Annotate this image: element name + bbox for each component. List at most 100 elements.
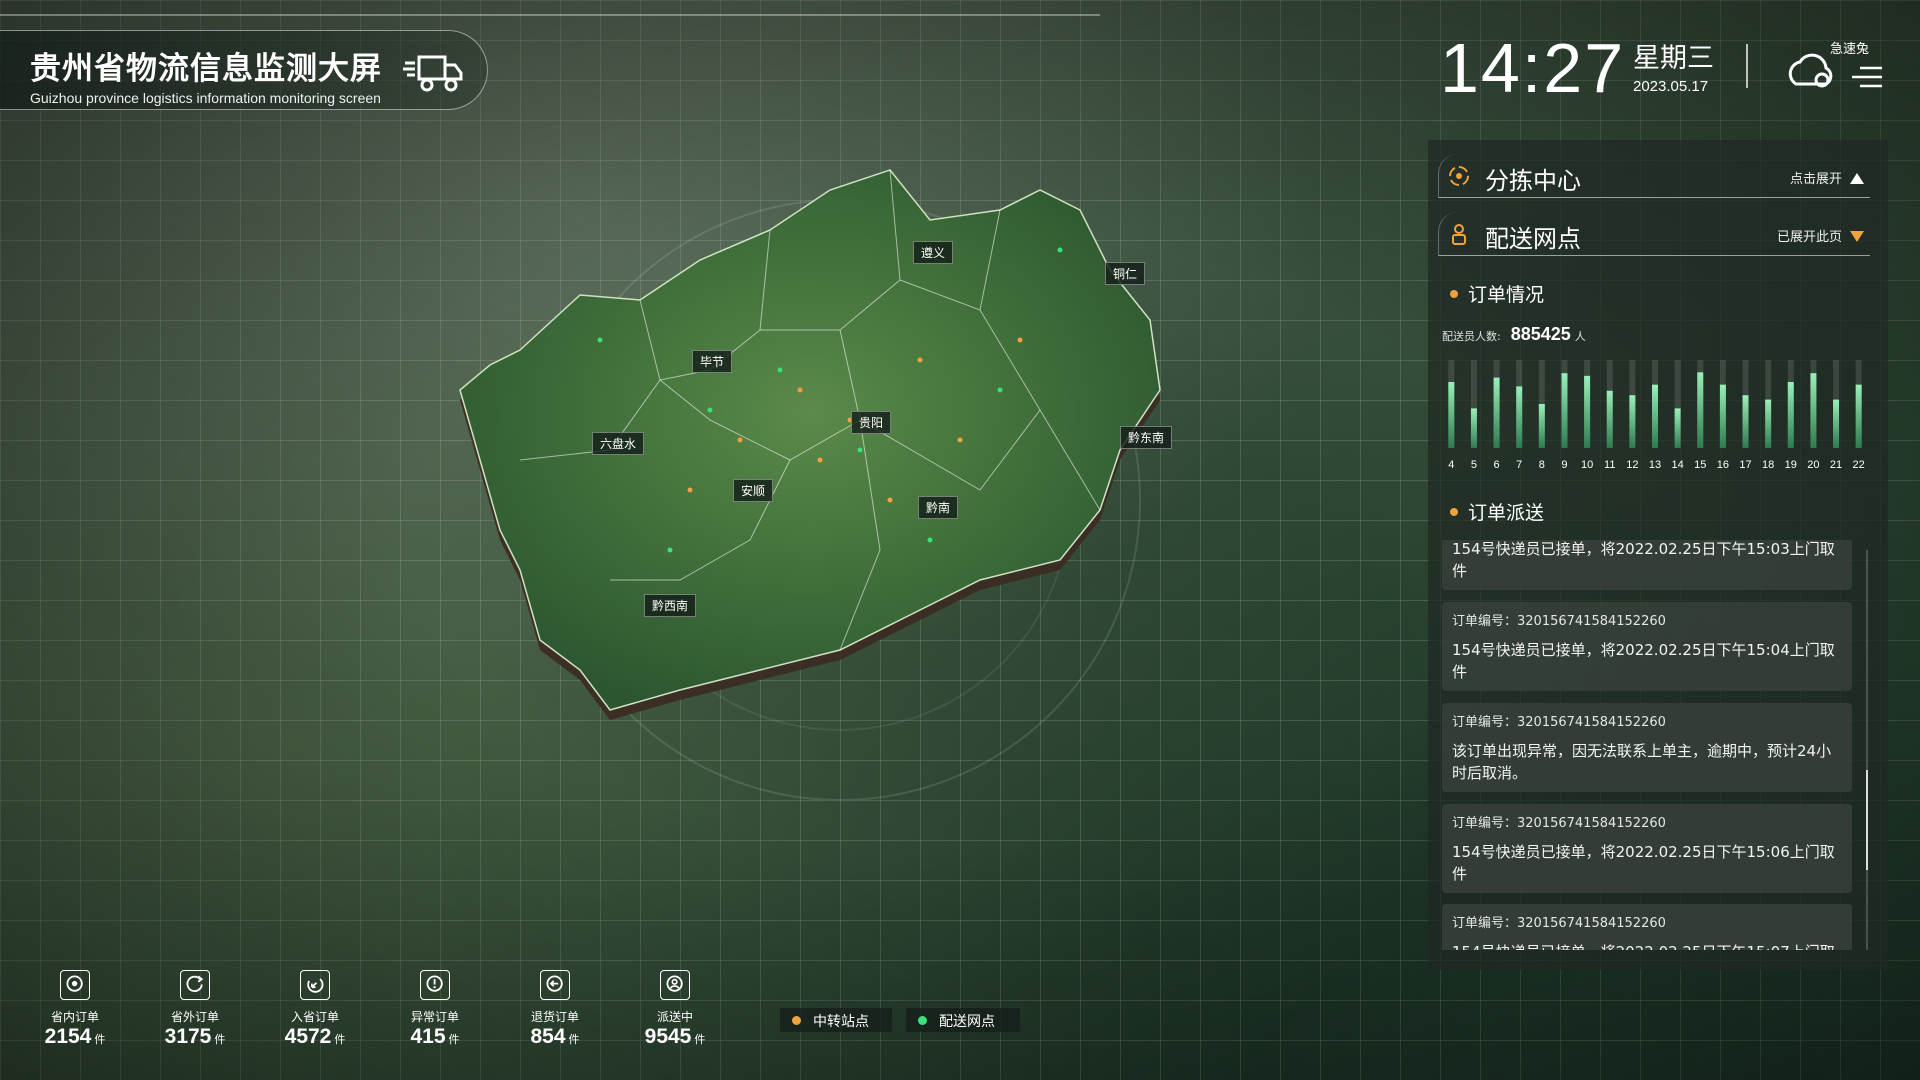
dispatch-subtitle-text: 订单派送 <box>1468 502 1545 524</box>
stat-inbound-orders[interactable]: 入省订单 4572 件 <box>260 970 370 1049</box>
x-tick-label: 9 <box>1561 459 1567 471</box>
bar <box>1697 372 1704 448</box>
user-icon <box>660 970 690 1000</box>
feed-order-id: 订单编号：320156741584152260 <box>1452 816 1666 831</box>
stat-value: 854 件 <box>500 1025 610 1049</box>
city-label-anshun[interactable]: 安顺 <box>733 479 774 502</box>
stat-unit: 件 <box>568 1034 580 1046</box>
bar <box>1810 373 1817 448</box>
x-tick-label: 20 <box>1807 459 1819 471</box>
bar <box>1448 382 1455 448</box>
stat-label: 省内订单 <box>50 1010 99 1024</box>
stat-abnormal-orders[interactable]: 异常订单 415 件 <box>380 970 490 1049</box>
x-tick-label: 4 <box>1448 459 1454 471</box>
bar <box>1855 384 1862 448</box>
stat-unit: 件 <box>448 1034 460 1046</box>
expand-toggle[interactable]: 点击展开 <box>1790 168 1864 187</box>
dispatch-feed[interactable]: 154号快递员已接单，将2022.02.25日下午15:03上门取件 订单编号：… <box>1442 540 1862 950</box>
section-sorting-center[interactable]: 分拣中心 点击展开 <box>1438 154 1870 198</box>
city-label-qianxinan[interactable]: 黔西南 <box>644 594 697 617</box>
collapse-toggle[interactable]: 已展开此页 <box>1777 226 1864 245</box>
feed-item[interactable]: 订单编号：320156741584152260 154号快递员已接单，将2022… <box>1442 804 1852 893</box>
legend-dot-icon <box>918 1016 927 1025</box>
stat-label: 派送中 <box>656 1010 693 1024</box>
x-tick-label: 10 <box>1581 459 1593 471</box>
x-tick-label: 17 <box>1739 459 1751 471</box>
collapse-toggle-label: 已展开此页 <box>1776 230 1842 245</box>
feed-message: 该订单出现异常，因无法联系上单主，逾期中，预计24小时后取消。 <box>1452 742 1832 782</box>
clock-weekday: 星期三 <box>1633 43 1714 74</box>
target-icon <box>1449 166 1469 186</box>
courier-count-label: 配送员人数: <box>1442 330 1501 343</box>
feed-order-id: 订单编号：320156741584152260 <box>1452 614 1666 629</box>
feed-scrollbar[interactable] <box>1866 550 1868 950</box>
x-tick-label: 7 <box>1516 459 1522 471</box>
refresh-icon <box>180 970 210 1000</box>
stat-unit: 件 <box>94 1034 106 1046</box>
city-label-liupanshui[interactable]: 六盘水 <box>592 432 645 455</box>
menu-icon[interactable] <box>1852 64 1882 90</box>
import-icon <box>300 970 330 1000</box>
x-tick-label: 5 <box>1471 459 1477 471</box>
stat-number: 9545 <box>644 1025 692 1048</box>
bar <box>1629 395 1636 448</box>
section-delivery-points[interactable]: 配送网点 已展开此页 <box>1438 212 1870 256</box>
legend-label: 配送网点 <box>939 1014 995 1030</box>
feed-item[interactable]: 订单编号：320156741584152260 该订单出现异常，因无法联系上单主… <box>1442 703 1852 792</box>
city-label-guiyang[interactable]: 贵阳 <box>851 411 892 434</box>
legend-delivery-point[interactable]: 配送网点 <box>906 1008 1020 1032</box>
x-tick-label: 13 <box>1649 459 1661 471</box>
bar <box>1493 377 1500 448</box>
bar <box>1538 404 1545 448</box>
top-divider <box>0 14 1100 16</box>
stat-unit: 件 <box>694 1034 706 1046</box>
feed-message: 154号快递员已接单，将2022.02.25日下午15:06上门取件 <box>1452 843 1835 883</box>
expand-toggle-label: 点击展开 <box>1789 172 1842 187</box>
stat-label: 退货订单 <box>530 1010 579 1024</box>
legend-dot-icon <box>792 1016 801 1025</box>
header-divider <box>1746 44 1748 88</box>
target-icon <box>60 970 90 1000</box>
triangle-up-icon <box>1850 173 1864 184</box>
dispatch-subtitle: 订单派送 <box>1450 498 1544 525</box>
bar <box>1787 382 1794 448</box>
weather-label: 急速兔 <box>1830 42 1870 57</box>
stat-value: 2154 件 <box>20 1025 130 1049</box>
feed-scrollbar-thumb[interactable] <box>1866 770 1868 870</box>
x-tick-label: 8 <box>1539 459 1545 471</box>
feed-item[interactable]: 订单编号：320156741584152260 154号快递员已接单，将2022… <box>1442 904 1852 950</box>
guizhou-map[interactable]: 遵义 铜仁 毕节 贵阳 六盘水 黔东南 安顺 黔南 黔西南 <box>440 160 1300 801</box>
bar <box>1765 399 1772 448</box>
bullet-dot-icon <box>1450 290 1458 298</box>
feed-order-id: 订单编号：320156741584152260 <box>1452 715 1666 730</box>
feed-item[interactable]: 订单编号：320156741584152260 154号快递员已接单，将2022… <box>1442 602 1852 691</box>
stat-return-orders[interactable]: 退货订单 854 件 <box>500 970 610 1049</box>
feed-message: 154号快递员已接单，将2022.02.25日下午15:03上门取件 <box>1452 540 1835 580</box>
stat-value: 9545 件 <box>620 1025 730 1049</box>
stat-number: 854 <box>530 1025 566 1048</box>
map-province <box>459 169 1161 711</box>
courier-count-value: 885425 <box>1510 324 1571 344</box>
stat-label: 异常订单 <box>410 1010 459 1024</box>
orders-bar-chart: 4 5 6 7 8 9 10 11 12 13 14 15 16 17 18 19 20 21 22 <box>1448 360 1865 471</box>
stat-outside-orders[interactable]: 省外订单 3175 件 <box>140 970 250 1049</box>
stat-province-orders[interactable]: 省内订单 2154 件 <box>20 970 130 1049</box>
city-label-qiandongnan[interactable]: 黔东南 <box>1120 426 1173 449</box>
triangle-down-icon <box>1850 231 1864 242</box>
x-tick-label: 6 <box>1494 459 1500 471</box>
x-tick-label: 14 <box>1672 459 1684 471</box>
stat-number: 2154 <box>44 1025 92 1048</box>
bar <box>1516 386 1523 448</box>
bar <box>1674 408 1681 448</box>
legend-transfer-station[interactable]: 中转站点 <box>780 1008 892 1032</box>
city-label-bijie[interactable]: 毕节 <box>692 350 733 373</box>
bar <box>1470 408 1477 448</box>
x-tick-label: 22 <box>1853 459 1865 471</box>
section-delivery-label: 配送网点 <box>1485 225 1581 253</box>
feed-item[interactable]: 154号快递员已接单，将2022.02.25日下午15:03上门取件 <box>1442 540 1852 590</box>
bar <box>1652 384 1658 448</box>
city-label-zunyi[interactable]: 遵义 <box>913 241 954 264</box>
city-label-tongren[interactable]: 铜仁 <box>1105 262 1146 285</box>
stat-in-delivery[interactable]: 派送中 9545 件 <box>620 970 730 1049</box>
city-label-qiannan[interactable]: 黔南 <box>918 496 959 519</box>
